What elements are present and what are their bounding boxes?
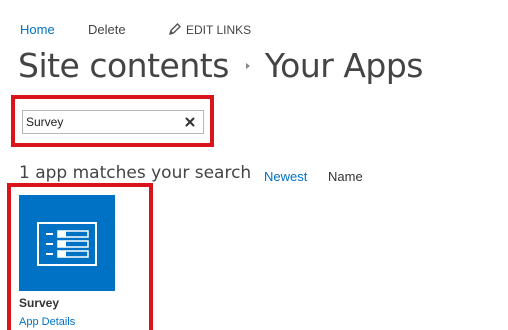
page-title: Your Apps xyxy=(264,46,424,85)
nav-home-link[interactable]: Home xyxy=(20,22,55,37)
search-highlight-box xyxy=(11,95,214,147)
sort-name-link[interactable]: Name xyxy=(328,169,363,184)
edit-links-button[interactable]: EDIT LINKS xyxy=(168,22,251,37)
pencil-icon xyxy=(168,23,181,36)
breadcrumb-arrow-icon xyxy=(245,62,250,69)
sort-newest-link[interactable]: Newest xyxy=(264,169,307,184)
breadcrumb-site-contents[interactable]: Site contents xyxy=(18,46,229,85)
edit-links-label: EDIT LINKS xyxy=(186,23,252,37)
breadcrumb: Site contents Your Apps xyxy=(18,44,424,90)
page: Home Delete EDIT LINKS Site contents You… xyxy=(0,0,508,330)
app-highlight-box xyxy=(7,183,153,330)
nav-delete-link[interactable]: Delete xyxy=(88,22,126,37)
results-count: 1 app matches your search xyxy=(19,163,252,183)
